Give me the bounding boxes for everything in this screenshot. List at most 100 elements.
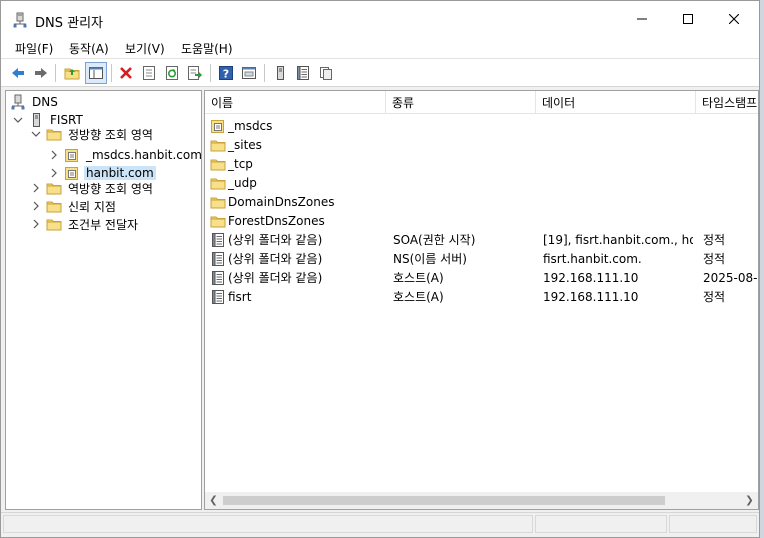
chevron-down-icon[interactable] (30, 126, 42, 142)
list-item[interactable]: _sites (205, 135, 758, 154)
forward-button[interactable] (30, 62, 52, 84)
chevron-right-icon[interactable] (30, 180, 42, 196)
details-view-button[interactable] (315, 62, 337, 84)
record-timestamp: 정적 (703, 233, 726, 247)
scrollbar-thumb[interactable] (223, 496, 665, 505)
list-item[interactable]: (상위 폴더와 같음) NS(이름 서버) fisrt.hanbit.com. … (205, 249, 758, 268)
horizontal-scrollbar[interactable]: ❮ ❯ (205, 492, 758, 509)
back-button[interactable] (7, 62, 29, 84)
svg-text:?: ? (223, 68, 229, 81)
dns-manager-window: DNS 관리자 파일(F) 동작(A) 보기(V) 도움말(H) ? DNS F… (0, 0, 760, 538)
chevron-right-icon[interactable] (30, 216, 42, 232)
list-item[interactable]: ForestDnsZones (205, 211, 758, 230)
tree-label: _msdcs.hanbit.com (86, 148, 202, 162)
delete-button[interactable] (115, 62, 137, 84)
column-header-name[interactable]: 이름 (205, 91, 386, 114)
menu-help[interactable]: 도움말(H) (181, 40, 233, 57)
refresh-icon (166, 66, 178, 80)
tree-item-reverse-zones[interactable]: 역방향 조회 영역 (30, 179, 155, 197)
refresh-button[interactable] (161, 62, 183, 84)
record-name: DomainDnsZones (228, 194, 335, 209)
scroll-left-icon[interactable]: ❮ (205, 492, 222, 509)
record-icon (210, 251, 226, 267)
record-type: 호스트(A) (393, 290, 444, 304)
toolbar-separator (111, 64, 112, 82)
tree-item-zone-msdcs[interactable]: _msdcs.hanbit.com (48, 146, 202, 164)
tree-item-dns[interactable]: DNS (10, 93, 60, 111)
record-data: 192.168.111.10 (543, 270, 639, 285)
folder-icon (210, 156, 226, 172)
export-list-button[interactable] (184, 62, 206, 84)
maximize-icon (683, 14, 693, 24)
forward-arrow-icon (35, 68, 47, 78)
title-bar: DNS 관리자 (1, 1, 759, 37)
column-header-type[interactable]: 종류 (386, 91, 536, 114)
list-item[interactable]: (상위 폴더와 같음) 호스트(A) 192.168.111.10 2025-0… (205, 268, 758, 287)
console-tree: DNS FISRT 정방향 조회 영역 _msdcs.hanbit.com ha… (5, 90, 202, 510)
tree-label: DNS (32, 95, 58, 109)
list-item[interactable]: _tcp (205, 154, 758, 173)
tree-item-conditional-forwarders[interactable]: 조건부 전달자 (30, 215, 140, 233)
record-type: NS(이름 서버) (393, 252, 467, 266)
record-type: SOA(권한 시작) (393, 233, 476, 247)
close-button[interactable] (711, 1, 757, 37)
menu-file[interactable]: 파일(F) (15, 40, 53, 57)
record-timestamp: 정적 (703, 252, 726, 266)
list-header: 이름 종류 데이터 타임스탬프 (205, 91, 758, 114)
record-name: _sites (228, 137, 262, 152)
folder-icon (210, 175, 226, 191)
record-name: _udp (228, 175, 257, 190)
view-pane-icon (242, 67, 256, 79)
tree-item-trust-points[interactable]: 신뢰 지점 (30, 197, 118, 215)
tree-label-selected: hanbit.com (84, 166, 156, 180)
folder-icon (210, 213, 226, 229)
record-icon (210, 289, 226, 305)
folder-icon (46, 180, 62, 196)
menu-view[interactable]: 보기(V) (125, 40, 165, 57)
status-cell (3, 515, 533, 533)
menu-action[interactable]: 동작(A) (69, 40, 109, 57)
scroll-right-icon[interactable]: ❯ (741, 492, 758, 509)
tree-label: 정방향 조회 영역 (68, 127, 153, 142)
help-button[interactable]: ? (215, 62, 237, 84)
minimize-button[interactable] (619, 1, 665, 37)
zone-folder-icon (210, 118, 226, 134)
chevron-right-icon[interactable] (48, 147, 60, 163)
column-header-timestamp[interactable]: 타임스탬프 (696, 91, 758, 114)
dns-app-icon (13, 12, 27, 28)
server-button[interactable] (269, 62, 291, 84)
record-timestamp: 2025-08- (703, 270, 758, 285)
toolbar-separator (210, 64, 211, 82)
list-item[interactable]: _msdcs (205, 116, 758, 135)
chevron-right-icon[interactable] (30, 198, 42, 214)
column-header-data[interactable]: 데이터 (536, 91, 696, 114)
properties-icon (143, 66, 155, 80)
list-view-icon (295, 65, 311, 81)
record-name: ForestDnsZones (228, 213, 325, 228)
up-folder-button[interactable] (61, 62, 83, 84)
record-name: _tcp (228, 156, 253, 171)
folder-icon (46, 126, 62, 142)
properties-button[interactable] (138, 62, 160, 84)
chevron-down-icon[interactable] (12, 112, 24, 128)
view-pane-button[interactable] (238, 62, 260, 84)
zone-icon (64, 147, 80, 163)
list-item[interactable]: _udp (205, 173, 758, 192)
maximize-button[interactable] (665, 1, 711, 37)
delete-x-icon (120, 67, 132, 79)
list-view-button[interactable] (292, 62, 314, 84)
toolbar: ? (1, 59, 759, 87)
list-item[interactable]: fisrt 호스트(A) 192.168.111.10 정적 (205, 287, 758, 306)
list-item[interactable]: DomainDnsZones (205, 192, 758, 211)
minimize-icon (637, 18, 647, 20)
folder-icon (210, 194, 226, 210)
record-name: (상위 폴더와 같음) (228, 271, 323, 285)
status-bar (1, 512, 759, 534)
folder-icon (46, 198, 62, 214)
list-item[interactable]: (상위 폴더와 같음) SOA(권한 시작) [19], fisrt.hanbi… (205, 230, 758, 249)
up-folder-icon (64, 65, 80, 81)
console-tree-icon (89, 67, 103, 79)
tree-item-forward-zones[interactable]: 정방향 조회 영역 (30, 125, 155, 143)
show-hide-tree-button[interactable] (85, 62, 107, 84)
record-name: _msdcs (228, 118, 273, 133)
